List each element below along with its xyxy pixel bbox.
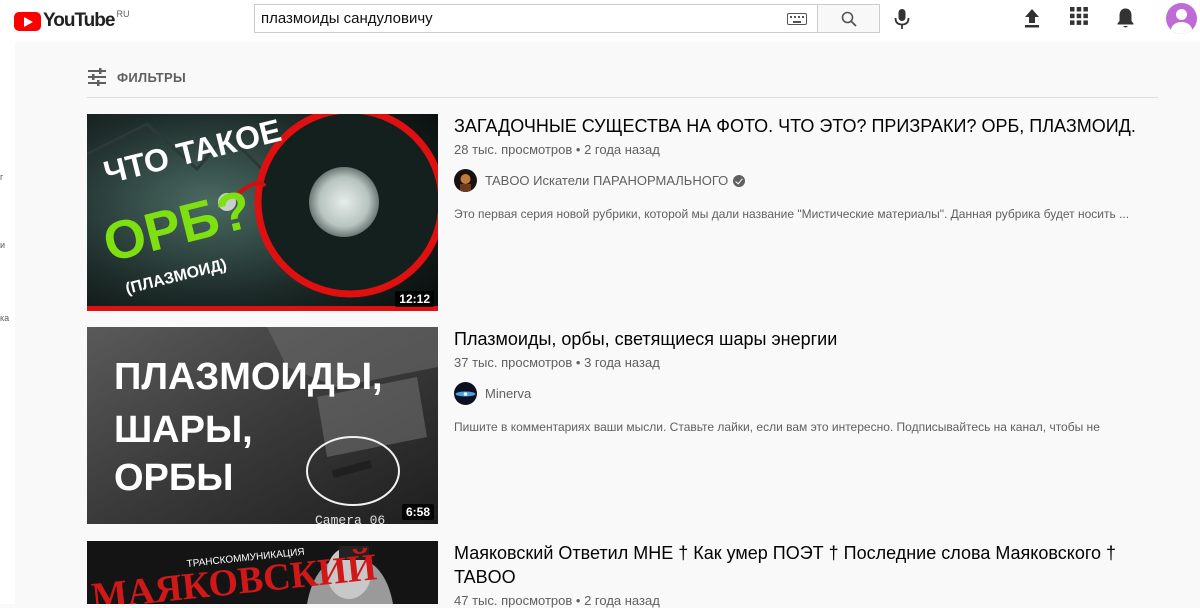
video-description: Это первая серия новой рубрики, которой … bbox=[454, 207, 1130, 221]
video-thumbnail[interactable]: ЧТО ТАКОЕ ОРБ? (ПЛАЗМОИД) 12:12 bbox=[87, 114, 438, 311]
channel-avatar[interactable] bbox=[454, 169, 477, 192]
masthead: YouTube RU bbox=[0, 0, 1200, 42]
sidebar-fragment[interactable]: ка bbox=[0, 313, 9, 323]
view-count: 47 тыс. просмотров bbox=[454, 593, 573, 608]
channel-name[interactable]: TABOO Искатели ПАРАНОРМАЛЬНОГО bbox=[485, 173, 728, 188]
filters-button[interactable]: ФИЛЬТРЫ bbox=[87, 68, 186, 86]
video-info: Маяковский Ответил МНЕ † Как умер ПОЭТ †… bbox=[454, 541, 1154, 608]
video-metadata: 47 тыс. просмотров • 2 года назад bbox=[454, 593, 660, 608]
video-metadata: 37 тыс. просмотров • 3 года назад bbox=[454, 355, 660, 370]
duration-badge: 6:58 bbox=[401, 504, 434, 520]
view-count: 28 тыс. просмотров bbox=[454, 142, 573, 157]
thumbnail-image: ПЛАЗМОИДЫ, ШАРЫ, ОРБЫ Camera 06 bbox=[87, 327, 438, 524]
sidebar-fragment[interactable]: г bbox=[0, 172, 3, 182]
video-description: Пишите в комментариях ваши мысли. Ставьт… bbox=[454, 420, 1100, 434]
duration-badge: 12:12 bbox=[395, 291, 434, 307]
thumbnail-image: ТРАНСКОММУНИКАЦИЯ МАЯКОВСКИЙ bbox=[87, 541, 438, 604]
upload-icon[interactable] bbox=[1022, 7, 1042, 29]
upload-date: 2 года назад bbox=[584, 593, 660, 608]
notifications-icon[interactable] bbox=[1116, 7, 1135, 29]
video-metadata: 28 тыс. просмотров • 2 года назад bbox=[454, 142, 660, 157]
apps-icon[interactable] bbox=[1070, 7, 1088, 25]
thumbnail-text: ШАРЫ, bbox=[114, 409, 253, 451]
filter-sliders-icon bbox=[88, 68, 106, 86]
logo-text: YouTube bbox=[43, 10, 115, 31]
channel-row[interactable]: Minerva bbox=[454, 382, 1154, 405]
video-title[interactable]: Плазмоиды, орбы, светящиеся шары энергии bbox=[454, 327, 1154, 351]
search-button[interactable] bbox=[817, 4, 880, 33]
logo-region: RU bbox=[116, 9, 130, 19]
thumbnail-text: Camera 06 bbox=[315, 513, 385, 524]
channel-name[interactable]: Minerva bbox=[485, 386, 531, 401]
video-title[interactable]: Маяковский Ответил МНЕ † Как умер ПОЭТ †… bbox=[454, 541, 1154, 589]
view-count: 37 тыс. просмотров bbox=[454, 355, 573, 370]
search-input[interactable] bbox=[261, 10, 787, 27]
sidebar-fragment[interactable]: и bbox=[0, 240, 5, 250]
upload-date: 2 года назад bbox=[584, 142, 660, 157]
video-info: Плазмоиды, орбы, светящиеся шары энергии… bbox=[454, 327, 1154, 436]
video-thumbnail[interactable]: ТРАНСКОММУНИКАЦИЯ МАЯКОВСКИЙ bbox=[87, 541, 438, 604]
channel-row[interactable]: TABOO Искатели ПАРАНОРМАЛЬНОГО bbox=[454, 169, 1154, 192]
mic-icon[interactable] bbox=[893, 8, 911, 30]
video-thumbnail[interactable]: ПЛАЗМОИДЫ, ШАРЫ, ОРБЫ Camera 06 6:58 bbox=[87, 327, 438, 524]
thumbnail-text: ОРБЫ bbox=[114, 457, 233, 499]
youtube-logo[interactable]: YouTube RU bbox=[14, 9, 130, 32]
sidebar-collapsed: г и ка bbox=[0, 42, 15, 604]
keyboard-icon[interactable] bbox=[787, 12, 807, 25]
video-info: ЗАГАДОЧНЫЕ СУЩЕСТВА НА ФОТО. ЧТО ЭТО? ПР… bbox=[454, 114, 1154, 223]
account-avatar[interactable] bbox=[1166, 3, 1197, 34]
channel-avatar[interactable] bbox=[454, 382, 477, 405]
search-icon bbox=[841, 11, 857, 27]
search-box[interactable] bbox=[254, 4, 817, 33]
upload-date: 3 года назад bbox=[584, 355, 660, 370]
thumbnail-text: ПЛАЗМОИДЫ, bbox=[114, 356, 383, 398]
verified-icon bbox=[733, 174, 746, 187]
thumbnail-image: ЧТО ТАКОЕ ОРБ? (ПЛАЗМОИД) bbox=[87, 114, 438, 311]
youtube-play-icon bbox=[14, 11, 41, 31]
search-bar bbox=[254, 4, 880, 33]
filters-label: ФИЛЬТРЫ bbox=[117, 69, 187, 85]
divider bbox=[87, 97, 1158, 98]
video-title[interactable]: ЗАГАДОЧНЫЕ СУЩЕСТВА НА ФОТО. ЧТО ЭТО? ПР… bbox=[454, 114, 1154, 138]
